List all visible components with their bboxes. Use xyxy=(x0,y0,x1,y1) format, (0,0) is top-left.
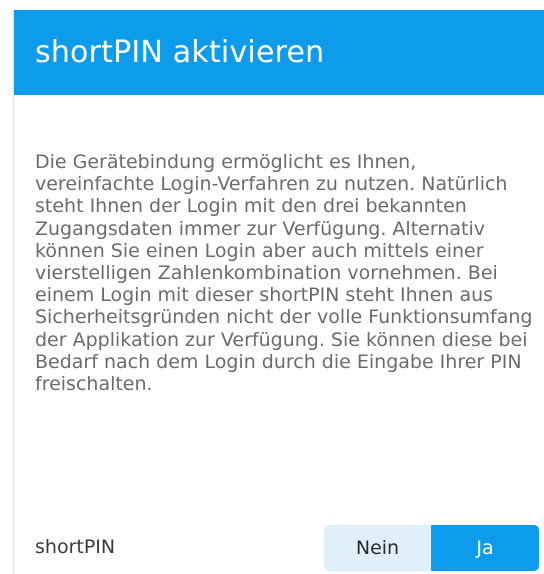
toggle-yes-button[interactable]: Ja xyxy=(431,525,539,571)
dialog-description: Die Gerätebindung ermöglicht es Ihnen, v… xyxy=(35,151,533,396)
shortpin-setting-row: shortPIN Nein Ja xyxy=(14,522,544,574)
shortpin-dialog: shortPIN aktivieren Die Gerätebindung er… xyxy=(13,10,544,574)
dialog-header: shortPIN aktivieren xyxy=(14,10,544,95)
dialog-title: shortPIN aktivieren xyxy=(35,34,325,70)
toggle-no-button[interactable]: Nein xyxy=(324,525,431,571)
shortpin-toggle: Nein Ja xyxy=(324,525,539,571)
shortpin-label: shortPIN xyxy=(35,536,116,558)
